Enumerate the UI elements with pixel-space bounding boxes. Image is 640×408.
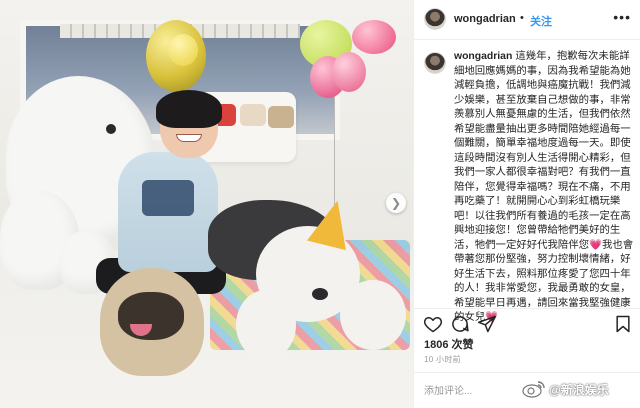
- next-photo-chevron-right-icon[interactable]: ❯: [386, 193, 406, 213]
- caption-username[interactable]: wongadrian: [454, 51, 512, 62]
- person-hair: [156, 90, 222, 128]
- follow-button[interactable]: 关注: [530, 13, 552, 29]
- sweater-print: [142, 180, 194, 216]
- post-caption: wongadrian 這幾年，抱歉每次未能詳細地回應媽媽的事，因為我希望能為她減輕…: [454, 50, 634, 326]
- like-count[interactable]: 1806 次赞: [424, 336, 474, 352]
- share-icon[interactable]: [477, 314, 497, 334]
- more-options-icon[interactable]: •••: [613, 9, 631, 25]
- action-bar: [414, 308, 640, 338]
- post-side-panel: wongadrian • 关注 ••• wongadrian 這幾年，抱歉每次未能…: [413, 0, 640, 408]
- user-avatar[interactable]: [424, 8, 446, 30]
- balloon-yellow: [168, 34, 198, 66]
- balloon-pink-3: [332, 52, 366, 92]
- post-timestamp: 10 小时前: [424, 355, 461, 364]
- weibo-logo-icon: [522, 381, 545, 398]
- pug-face: [118, 292, 184, 340]
- post-photo[interactable]: ❯: [0, 0, 413, 408]
- caption-avatar[interactable]: [424, 52, 446, 74]
- watermark-text: @新浪娱乐: [549, 382, 609, 397]
- balloon-pink-1: [352, 20, 396, 54]
- heart-icon[interactable]: [423, 314, 443, 334]
- header-username[interactable]: wongadrian: [454, 13, 516, 25]
- bookmark-icon[interactable]: [613, 314, 633, 334]
- comment-icon[interactable]: [450, 314, 470, 334]
- watermark: @新浪娱乐: [522, 378, 609, 400]
- header-separator: •: [520, 12, 524, 24]
- post-header: wongadrian • 关注 •••: [414, 0, 640, 40]
- caption-text: 這幾年，抱歉每次未能詳細地回應媽媽的事，因為我希望能為她減輕負擔，低調地與癌魔抗…: [454, 51, 634, 323]
